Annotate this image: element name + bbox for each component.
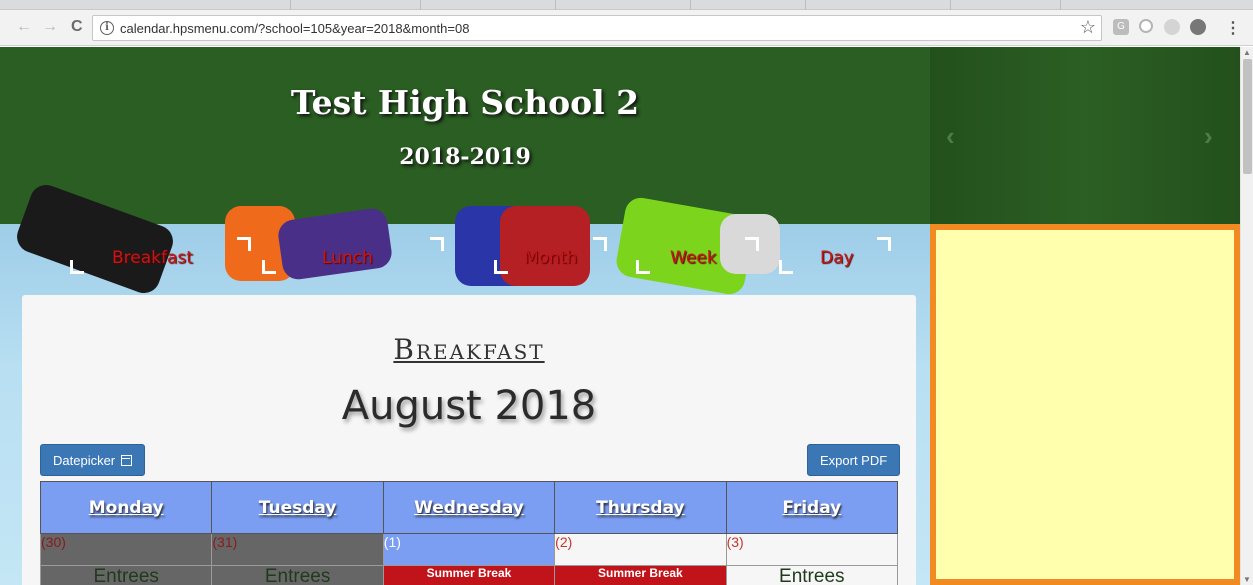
crayon-shape: [500, 206, 590, 286]
browser-menu-icon[interactable]: ⋮: [1225, 18, 1241, 38]
info-icon[interactable]: i: [100, 21, 114, 35]
url-text[interactable]: calendar.hpsmenu.com/?school=105&year=20…: [120, 21, 469, 36]
datepicker-label: Datepicker: [53, 453, 116, 468]
corner-marker: [70, 260, 84, 274]
prev-arrow-icon[interactable]: ‹: [946, 121, 955, 152]
menu-entry[interactable]: Entrees: [725, 565, 899, 585]
day-header-monday[interactable]: Monday: [39, 481, 213, 534]
corner-marker: [745, 237, 759, 251]
day-number: (1): [382, 533, 556, 566]
day-number: (3): [725, 533, 899, 566]
corner-marker: [779, 260, 793, 274]
corner-marker: [430, 237, 444, 251]
calendar-table: Monday Tuesday Wednesday Thursday Friday…: [39, 481, 899, 585]
day-header-thursday[interactable]: Thursday: [554, 481, 727, 534]
extension-circle-icon[interactable]: [1139, 19, 1153, 33]
tab-month[interactable]: Month: [524, 248, 577, 268]
month-title: August 2018: [341, 383, 597, 429]
corner-marker: [636, 260, 650, 274]
tab-lunch[interactable]: Lunch: [322, 248, 373, 268]
calendar-icon: [121, 455, 133, 466]
scroll-up-icon[interactable]: ▲: [1243, 48, 1251, 57]
corner-marker: [593, 237, 607, 251]
day-header-wednesday[interactable]: Wednesday: [382, 481, 556, 534]
tab-divider: [290, 0, 291, 10]
school-name: Test High School 2: [290, 83, 640, 122]
day-header-tuesday[interactable]: Tuesday: [211, 481, 384, 534]
tab-divider: [950, 0, 951, 10]
scroll-down-icon[interactable]: ▼: [1243, 575, 1251, 584]
corner-marker: [877, 237, 891, 251]
day-header-row: Monday Tuesday Wednesday Thursday Friday: [39, 481, 899, 534]
scroll-thumb[interactable]: [1243, 59, 1252, 174]
bookmark-star-icon[interactable]: ☆: [1080, 17, 1096, 38]
tab-breakfast[interactable]: Breakfast: [112, 248, 193, 268]
page-scrollbar[interactable]: ▲ ▼: [1240, 47, 1253, 585]
tab-divider: [555, 0, 556, 10]
day-number: (30): [39, 533, 213, 566]
day-number-row: (30) (31) (1) (2) (3): [39, 533, 899, 566]
menu-entry[interactable]: Entrees: [211, 565, 384, 585]
address-bar[interactable]: i calendar.hpsmenu.com/?school=105&year=…: [92, 15, 1102, 41]
tab-divider: [420, 0, 421, 10]
browser-tab-strip: [0, 0, 1253, 10]
corner-marker: [494, 260, 508, 274]
day-header-friday[interactable]: Friday: [725, 481, 899, 534]
calendar-card: Breakfast August 2018 Datepicker Export …: [22, 295, 916, 585]
entry-row: Entrees Entrees Summer Break Summer Brea…: [39, 565, 899, 585]
corner-marker: [237, 237, 251, 251]
back-icon[interactable]: ←: [16, 19, 32, 35]
menu-entry[interactable]: Entrees: [39, 565, 213, 585]
next-arrow-icon[interactable]: ›: [1204, 121, 1213, 152]
tab-week[interactable]: Week: [670, 248, 717, 268]
extension-eye-icon[interactable]: [1190, 19, 1206, 35]
side-slider: ‹ ›: [930, 47, 1240, 224]
day-number: (31): [211, 533, 384, 566]
school-header: Test High School 2 2018-2019: [0, 47, 930, 224]
break-label: Summer Break: [382, 565, 556, 585]
export-pdf-button[interactable]: Export PDF: [807, 444, 901, 476]
browser-toolbar: ← → C i calendar.hpsmenu.com/?school=105…: [0, 10, 1253, 46]
tab-divider: [690, 0, 691, 10]
page-viewport: Test High School 2 2018-2019 ‹ › Breakfa…: [0, 47, 1240, 585]
day-number: (2): [554, 533, 727, 566]
forward-icon[interactable]: →: [42, 19, 58, 35]
break-label: Summer Break: [554, 565, 727, 585]
meal-title: Breakfast: [393, 333, 545, 366]
tab-divider: [805, 0, 806, 10]
extension-g-icon[interactable]: G: [1113, 19, 1129, 35]
extension-round-icon[interactable]: [1164, 19, 1180, 35]
reload-icon[interactable]: C: [71, 19, 83, 35]
tab-divider: [1060, 0, 1061, 10]
school-year: 2018-2019: [399, 144, 531, 170]
tab-day[interactable]: Day: [820, 248, 854, 268]
datepicker-button[interactable]: Datepicker: [40, 444, 146, 476]
side-info-panel: [930, 224, 1240, 585]
corner-marker: [262, 260, 276, 274]
